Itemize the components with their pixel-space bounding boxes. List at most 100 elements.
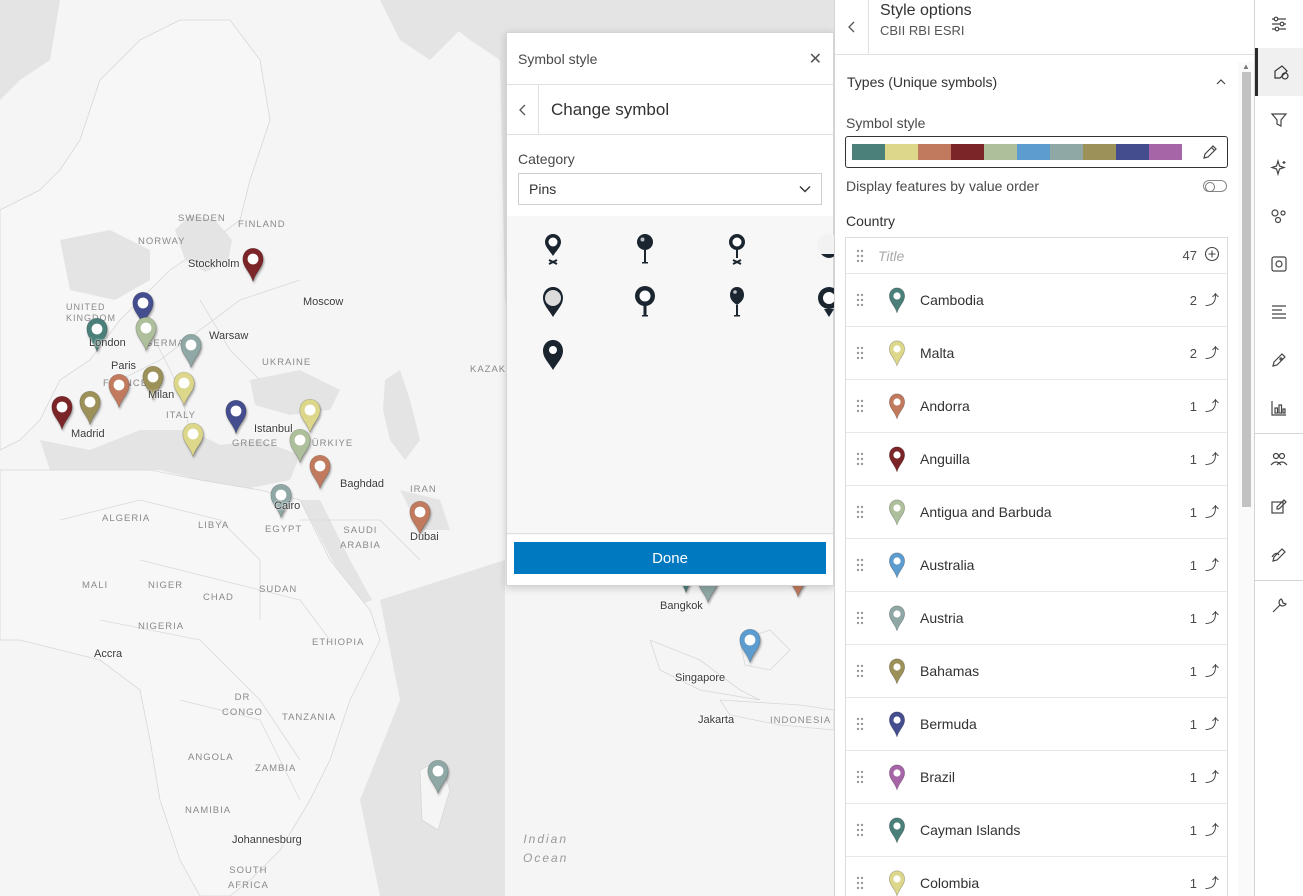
drag-handle-icon[interactable] [846, 293, 874, 307]
sort-arrow-icon[interactable]: ⤴ [1197, 396, 1227, 416]
pin-ring-x-icon[interactable] [507, 222, 599, 275]
add-circle-icon[interactable] [1197, 246, 1227, 265]
map-pin-icon[interactable] [179, 333, 203, 369]
pin-symbol-icon[interactable] [874, 711, 920, 738]
pin-symbol-icon[interactable] [874, 870, 920, 896]
pin-symbol-icon[interactable] [874, 499, 920, 526]
pin-symbol-icon[interactable] [874, 817, 920, 844]
pin-symbol-icon[interactable] [874, 446, 920, 473]
drag-handle-icon[interactable] [846, 770, 874, 784]
chart-icon[interactable] [1255, 384, 1303, 432]
sort-arrow-icon[interactable]: ⤴ [1197, 608, 1227, 628]
drag-handle-icon[interactable] [846, 823, 874, 837]
drag-handle-icon[interactable] [846, 876, 874, 890]
drag-handle-icon[interactable] [846, 717, 874, 731]
item-count: 1 [1189, 875, 1197, 891]
labels-icon[interactable] [1255, 288, 1303, 336]
pin-ball-stem-icon[interactable] [599, 222, 691, 275]
map-pin-icon[interactable] [181, 422, 205, 458]
back-button[interactable] [507, 85, 539, 134]
list-item[interactable]: Austria 1 ⤴ [846, 592, 1227, 645]
list-item[interactable]: Bahamas 1 ⤴ [846, 645, 1227, 698]
sketch-icon[interactable] [1255, 336, 1303, 384]
drag-handle-icon[interactable] [846, 346, 874, 360]
annotate-icon[interactable] [1255, 531, 1303, 579]
styles-icon[interactable] [1255, 48, 1303, 96]
map-pin-icon[interactable] [107, 373, 131, 409]
sort-arrow-icon[interactable]: ⤴ [1197, 343, 1227, 363]
drag-handle-icon[interactable] [846, 664, 874, 678]
list-item[interactable]: Anguilla 1 ⤴ [846, 433, 1227, 486]
sort-arrow-icon[interactable]: ⤴ [1197, 820, 1227, 840]
pencil-icon[interactable] [1202, 144, 1218, 160]
sort-arrow-icon[interactable]: ⤴ [1197, 661, 1227, 681]
done-button[interactable]: Done [514, 542, 826, 574]
pin-ring-stem-2-icon[interactable] [599, 275, 691, 328]
sort-arrow-icon[interactable]: ⤴ [1197, 290, 1227, 310]
pin-solid-drop-icon[interactable] [507, 328, 599, 381]
sort-arrow-icon[interactable]: ⤴ [1197, 449, 1227, 469]
drag-handle-icon[interactable] [846, 558, 874, 572]
sort-arrow-icon[interactable]: ⤴ [1197, 873, 1227, 893]
drag-handle-icon[interactable] [846, 249, 874, 263]
panel-scrollbar[interactable]: ▲ [1238, 62, 1255, 896]
map-pin-icon[interactable] [134, 316, 158, 352]
pin-symbol-icon[interactable] [874, 340, 920, 367]
map-pin-icon[interactable] [172, 371, 196, 407]
symbol-style-ramp[interactable] [845, 136, 1228, 168]
clustering-icon[interactable] [1255, 240, 1303, 288]
pin-symbol-icon[interactable] [874, 287, 920, 314]
sort-arrow-icon[interactable]: ⤴ [1197, 767, 1227, 787]
pin-ring-stem-icon[interactable] [691, 222, 783, 275]
pin-ball-stem-2-icon[interactable] [691, 275, 783, 328]
title-input[interactable]: Title [874, 248, 1175, 264]
list-item[interactable]: Brazil 1 ⤴ [846, 751, 1227, 804]
properties-icon[interactable] [1255, 0, 1303, 48]
map-pin-icon[interactable] [224, 399, 248, 435]
pin-symbol-icon[interactable] [874, 658, 920, 685]
sort-arrow-icon[interactable]: ⤴ [1197, 555, 1227, 575]
list-item[interactable]: Colombia 1 ⤴ [846, 857, 1227, 896]
edit-icon[interactable] [1255, 483, 1303, 531]
drag-handle-icon[interactable] [846, 452, 874, 466]
list-item[interactable]: Malta 2 ⤴ [846, 327, 1227, 380]
map-pin-icon[interactable] [50, 395, 74, 431]
map-pin-icon[interactable] [308, 454, 332, 490]
pin-symbol-icon[interactable] [874, 764, 920, 791]
filter-icon[interactable] [1255, 96, 1303, 144]
types-section-header[interactable]: Types (Unique symbols) [835, 62, 1238, 102]
drag-handle-icon[interactable] [846, 505, 874, 519]
ramp-color-swatch [1083, 144, 1116, 160]
effects-icon[interactable] [1255, 144, 1303, 192]
scroll-thumb[interactable] [1242, 72, 1251, 507]
sort-arrow-icon[interactable]: ⤴ [1197, 502, 1227, 522]
list-item[interactable]: Cambodia 2 ⤴ [846, 274, 1227, 327]
list-item[interactable]: Australia 1 ⤴ [846, 539, 1227, 592]
list-item[interactable]: Cayman Islands 1 ⤴ [846, 804, 1227, 857]
pin-symbol-icon[interactable] [874, 605, 920, 632]
category-select[interactable]: Pins [518, 173, 822, 205]
map-pin-icon[interactable] [78, 390, 102, 426]
drag-handle-icon[interactable] [846, 611, 874, 625]
sort-arrow-icon[interactable]: ⤴ [1197, 714, 1227, 734]
panel-back-button[interactable] [835, 0, 869, 54]
scroll-up-icon[interactable]: ▲ [1242, 62, 1250, 71]
aggregation-icon[interactable] [1255, 192, 1303, 240]
map-pin-icon[interactable] [241, 247, 265, 283]
manage-icon[interactable] [1255, 435, 1303, 483]
pin-symbol-icon[interactable] [874, 393, 920, 420]
value-order-toggle[interactable] [1203, 180, 1227, 192]
list-item[interactable]: Andorra 1 ⤴ [846, 380, 1227, 433]
pin-gray-drop-icon[interactable] [507, 275, 599, 328]
item-count: 2 [1189, 345, 1197, 361]
drag-handle-icon[interactable] [846, 399, 874, 413]
wrench-icon[interactable] [1255, 582, 1303, 630]
close-icon[interactable]: ✕ [809, 49, 822, 69]
map-pin-icon[interactable] [426, 759, 450, 795]
map-pin-icon[interactable] [738, 628, 762, 664]
pin-symbol-icon[interactable] [874, 552, 920, 579]
country-label: LIBYA [198, 520, 230, 531]
list-item[interactable]: Antigua and Barbuda 1 ⤴ [846, 486, 1227, 539]
list-item[interactable]: Bermuda 1 ⤴ [846, 698, 1227, 751]
country-label: TANZANIA [282, 712, 337, 723]
